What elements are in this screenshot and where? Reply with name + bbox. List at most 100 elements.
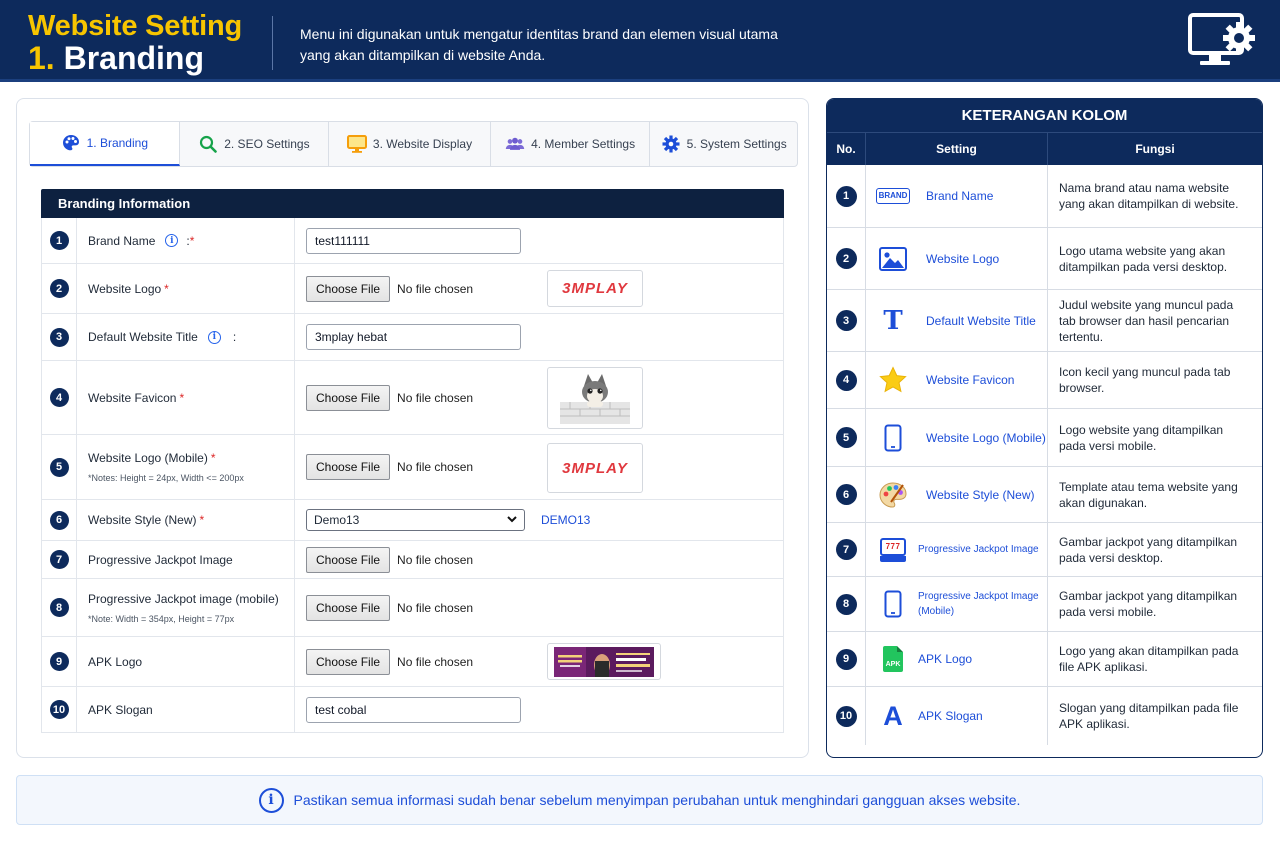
required-mark: *	[199, 513, 205, 527]
tab-member-settings[interactable]: 4. Member Settings	[491, 122, 651, 166]
legend-row: 10 A APK Slogan Slogan yang ditampilkan …	[827, 687, 1262, 745]
row-label: Progressive Jackpot image (mobile) *Note…	[77, 579, 295, 636]
website-style-label: Website Style (New)	[88, 513, 197, 527]
slot-machine-base	[880, 555, 906, 562]
legend-setting-name: Brand Name	[926, 189, 994, 203]
apk-logo-label: APK Logo	[88, 654, 143, 669]
legend-row: 8 Progressive Jackpot Image (Mobile) Gam…	[827, 577, 1262, 632]
legend-setting-name: APK Logo	[918, 652, 973, 666]
row-number-badge: 6	[49, 510, 69, 530]
info-icon[interactable]: i	[207, 330, 221, 344]
header-title: Website Setting	[28, 10, 242, 42]
legend-fungsi: Gambar jackpot yang ditampilkan pada ver…	[1059, 534, 1238, 565]
brand-name-input[interactable]: test111111	[306, 227, 521, 254]
mobile-icon	[878, 589, 908, 619]
progressive-jackpot-mobile-choose-file-button[interactable]: Choose File	[306, 594, 391, 621]
progressive-jackpot-mobile-file-status: No file chosen	[397, 600, 474, 615]
mobile-icon	[878, 423, 908, 453]
legend-row: 4 Website Favicon Icon kecil yang muncul…	[827, 352, 1262, 409]
tab-branding[interactable]: 1. Branding	[30, 122, 180, 166]
search-icon	[198, 134, 218, 154]
header-description: Menu ini digunakan untuk mengatur identi…	[300, 26, 778, 63]
row-number: 2	[42, 264, 77, 313]
row-number-badge: 3	[49, 327, 69, 347]
legend-setting-name: Default Website Title	[926, 313, 1036, 328]
legend-header-no: No.	[827, 133, 866, 165]
legend-fungsi: Template atau tema website yang akan dig…	[1059, 479, 1238, 510]
website-logo-mobile-choose-file-button[interactable]: Choose File	[306, 454, 391, 480]
apk-file-icon: APK	[878, 644, 908, 674]
legend-number-badge: 8	[835, 593, 857, 615]
row-value: Choose File No file chosen	[295, 579, 783, 636]
logo-preview-text: 3MPLAY	[562, 459, 628, 477]
row-label: Progressive Jackpot Image	[77, 541, 295, 578]
label-line: Default Website Title i:	[88, 330, 294, 344]
website-logo-mobile-note: *Notes: Height = 24px, Width <= 200px	[88, 473, 244, 483]
row-number-badge: 7	[49, 550, 69, 569]
info-icon[interactable]: i	[165, 234, 179, 247]
legend-header-setting: Setting	[866, 133, 1048, 165]
row-number: 10	[42, 687, 77, 732]
tab-seo-settings[interactable]: 2. SEO Settings	[180, 122, 330, 166]
page-header: Website Setting 1. Branding Menu ini dig…	[0, 0, 1280, 82]
apk-banner-image	[554, 646, 654, 677]
legend-number-badge: 4	[835, 369, 857, 391]
monitor-icon	[346, 134, 367, 154]
tab-label: 5. System Settings	[686, 137, 787, 151]
row-label: Website Logo (Mobile) * *Notes: Height = …	[77, 435, 295, 499]
legend-row-number: 8	[827, 577, 866, 631]
row-number-badge: 1	[49, 231, 69, 250]
apk-slogan-input[interactable]: test cobal	[306, 696, 521, 723]
tab-website-display[interactable]: 3. Website Display	[329, 122, 491, 166]
legend-number-badge: 10	[835, 705, 857, 727]
website-style-select[interactable]: Demo13	[306, 509, 525, 531]
legend-setting-cell: T Default Website Title	[866, 290, 1048, 351]
legend-number-badge: 7	[835, 539, 857, 560]
form-row-website-logo-mobile: 5 Website Logo (Mobile) * *Notes: Height …	[41, 435, 784, 500]
letter-a-icon: A	[878, 701, 908, 731]
website-style-demo-link[interactable]: DEMO13	[541, 513, 590, 527]
label-line: Website Style (New) *	[88, 513, 294, 527]
footer-notice-text: Pastikan semua informasi sudah benar seb…	[293, 792, 1021, 808]
header-subtitle: 1. Branding	[28, 40, 204, 77]
default-website-title-input[interactable]: 3mplay hebat	[306, 324, 521, 350]
row-number-badge: 8	[49, 598, 69, 617]
brand-name-label: Brand Name	[88, 233, 156, 248]
website-logo-choose-file-button[interactable]: Choose File	[306, 275, 391, 302]
row-label: Website Style (New) *	[77, 500, 295, 540]
row-number: 3	[42, 314, 77, 360]
legend-fungsi: Logo utama website yang akan ditampilkan…	[1059, 243, 1228, 274]
website-favicon-choose-file-button[interactable]: Choose File	[306, 384, 391, 411]
legend-number-badge: 5	[835, 427, 857, 448]
legend-setting-cell: A APK Slogan	[866, 687, 1048, 745]
progressive-jackpot-mobile-label: Progressive Jackpot image (mobile)	[88, 591, 279, 606]
website-favicon-file-status: No file chosen	[397, 390, 474, 405]
row-number-badge: 2	[49, 279, 69, 298]
slot-machine-shape: 777	[880, 537, 906, 562]
website-favicon-preview	[547, 367, 643, 429]
legend-row-number: 4	[827, 352, 866, 408]
required-mark: *	[189, 233, 195, 248]
tab-label: 1. Branding	[86, 136, 148, 150]
tab-system-settings[interactable]: 5. System Settings	[650, 122, 797, 166]
legend-setting-name: Progressive Jackpot Image (Mobile)	[918, 591, 1039, 617]
apk-logo-choose-file-button[interactable]: Choose File	[306, 648, 391, 675]
legend-setting-cell: 777 Progressive Jackpot Image	[866, 523, 1048, 576]
legend-row: 2 Website Logo Logo utama website yang a…	[827, 228, 1262, 290]
progressive-jackpot-mobile-note: *Note: Width = 354px, Height = 77px	[88, 613, 235, 624]
row-value: 3mplay hebat	[295, 314, 783, 360]
legend-setting-cell: Website Logo	[866, 228, 1048, 289]
legend-fungsi: Slogan yang ditampilkan pada file APK ap…	[1059, 701, 1239, 731]
website-logo-mobile-file-status: No file chosen	[397, 460, 474, 474]
title-t-glyph: T	[883, 305, 903, 336]
progressive-jackpot-choose-file-button[interactable]: Choose File	[306, 546, 391, 573]
legend-row: 6 Website Style (New) Template atau tema…	[827, 467, 1262, 523]
website-logo-mobile-preview: 3MPLAY	[547, 443, 643, 493]
row-number-badge: 4	[49, 388, 69, 407]
legend-row-number: 7	[827, 523, 866, 576]
legend-fungsi: Nama brand atau nama website yang akan d…	[1059, 181, 1239, 211]
label-line: Website Logo *	[88, 282, 294, 296]
row-value: test111111	[295, 218, 783, 263]
legend-row: 7 777 Progressive Jackpot Image Gambar j…	[827, 523, 1262, 577]
legend-row-number: 2	[827, 228, 866, 289]
